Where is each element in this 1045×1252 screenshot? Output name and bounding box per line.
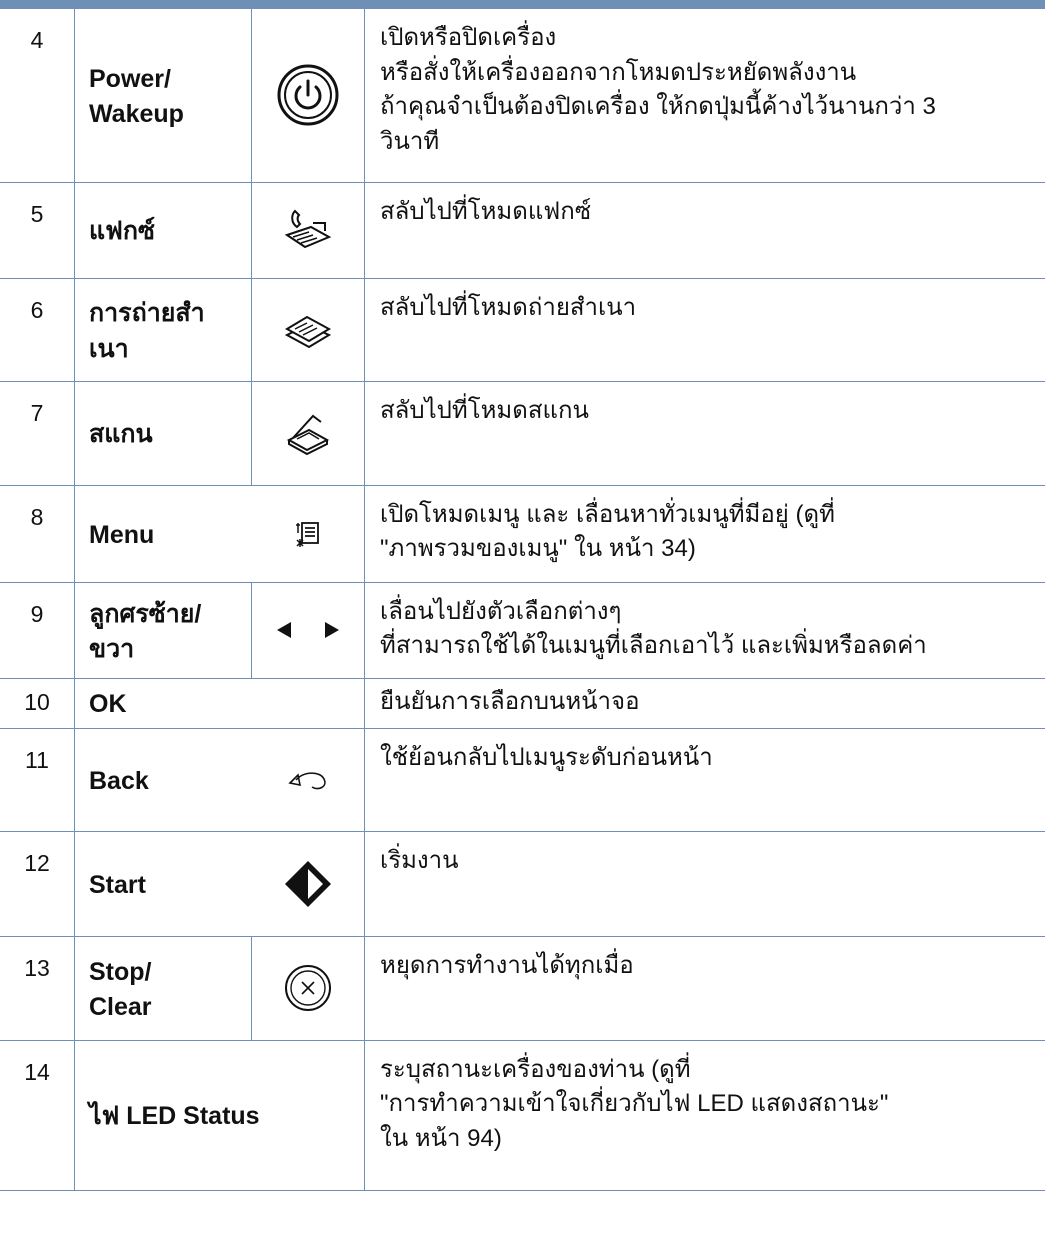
button-name-line: Start <box>89 870 146 899</box>
row-number: 11 <box>0 728 75 832</box>
description: สลับไปที่โหมดถ่ายสำเนา <box>364 278 1045 382</box>
description: เปิดหรือปิดเครื่อง หรือสั่งให้เครื่องออก… <box>364 9 1045 183</box>
description-line: ยืนยันการเลือกบนหน้าจอ <box>380 687 640 715</box>
button-name: Menu <box>74 485 252 583</box>
button-name-line: Back <box>89 766 149 795</box>
description-line: "การทำความเข้าใจเกี่ยวกับไฟ LED แสดงสถาน… <box>380 1090 889 1118</box>
table-row: 8 Menu เปิดโหมดเมนู และ เลื่อนหาทั่วเมนู… <box>0 485 1045 583</box>
description-line: ใน หน้า 94) <box>380 1124 502 1152</box>
description-line: เปิดโหมดเมนู และ เลื่อนหาทั่วเมนูที่มีอย… <box>380 500 835 528</box>
button-name: Stop/Clear <box>74 936 252 1041</box>
icon-cell <box>251 182 365 279</box>
menu-icon <box>293 519 323 549</box>
power-icon <box>276 63 340 127</box>
description-line: เลื่อนไปยังตัวเลือกต่างๆ <box>380 597 622 625</box>
button-name: ลูกศรซ้าย/ขวา <box>74 582 252 679</box>
description-line: สลับไปที่โหมดถ่ายสำเนา <box>380 293 637 321</box>
start-icon <box>283 859 333 909</box>
row-number: 9 <box>0 582 75 679</box>
description-line: สลับไปที่โหมดสแกน <box>380 396 589 424</box>
button-name: Start <box>74 831 252 937</box>
row-number: 8 <box>0 485 75 583</box>
button-name: สแกน <box>74 381 252 486</box>
description-line: ถ้าคุณจำเป็นต้องปิดเครื่อง ให้กดปุ่มนี้ค… <box>380 93 936 121</box>
row-number: 13 <box>0 936 75 1041</box>
description-line: สลับไปที่โหมดแฟกซ์ <box>380 197 592 225</box>
description-line: ที่สามารถใช้ได้ในเมนูที่เลือกเอาไว้ และเ… <box>380 632 927 660</box>
button-name: Back <box>74 728 252 832</box>
table-row: 5 แฟกซ์ สลับไปที่โหมดแฟกซ์ <box>0 182 1045 279</box>
button-name-line: Clear <box>89 993 152 1021</box>
description-line: วินาที <box>380 127 440 155</box>
table-row: 4 Power/Wakeup เปิดหรือปิดเครื่อง หรือสั… <box>0 9 1045 183</box>
button-name: OK <box>74 678 365 729</box>
description-line: ระบุสถานะเครื่องของท่าน (ดูที่ <box>380 1055 691 1083</box>
button-name-line: ไฟ LED Status <box>89 1102 260 1131</box>
description-line: เริ่มงาน <box>380 846 459 874</box>
button-name-line: Stop/ <box>89 957 152 986</box>
button-name: Power/Wakeup <box>74 9 252 183</box>
description-line: หยุดการทำงานได้ทุกเมื่อ <box>380 951 634 979</box>
icon-cell <box>251 381 365 486</box>
description: ใช้ย้อนกลับไปเมนูระดับก่อนหน้า <box>364 728 1045 832</box>
table-row: 7 สแกน สลับไปที่โหมดสแกน <box>0 381 1045 486</box>
icon-cell <box>251 936 365 1041</box>
description-line: เปิดหรือปิดเครื่อง <box>380 24 557 51</box>
back-icon <box>286 765 330 795</box>
row-number: 5 <box>0 182 75 279</box>
description-line: หรือสั่งให้เครื่องออกจากโหมดประหยัดพลังง… <box>380 58 857 86</box>
description-line: "ภาพรวมของเมนู" ใน หน้า 34) <box>380 535 696 563</box>
table-row: 11 Back ใช้ย้อนกลับไปเมนูระดับก่อนหน้า <box>0 728 1045 832</box>
button-name: แฟกซ์ <box>74 182 252 279</box>
table-row: 12 Start เริ่มงาน <box>0 831 1045 937</box>
button-name-line: Wakeup <box>89 100 184 129</box>
description: ระบุสถานะเครื่องของท่าน (ดูที่ "การทำควา… <box>364 1040 1045 1191</box>
icon-cell <box>251 728 365 832</box>
row-number: 7 <box>0 381 75 486</box>
button-name-line: ลูกศรซ้าย/ <box>89 599 202 628</box>
icon-cell <box>251 9 365 183</box>
scan-icon <box>283 408 333 458</box>
button-name-line: สแกน <box>89 420 153 449</box>
table-row: 13 Stop/Clear หยุดการทำงานได้ทุกเมื่อ <box>0 936 1045 1041</box>
table-row: 10 OK ยืนยันการเลือกบนหน้าจอ <box>0 678 1045 729</box>
control-panel-table: 4 Power/Wakeup เปิดหรือปิดเครื่อง หรือสั… <box>0 9 1045 1191</box>
table-row: 14 ไฟ LED Status ระบุสถานะเครื่องของท่าน… <box>0 1040 1045 1191</box>
button-name-line: ขวา <box>89 635 135 663</box>
description: สลับไปที่โหมดสแกน <box>364 381 1045 486</box>
row-number: 4 <box>0 9 75 183</box>
icon-cell <box>251 582 365 679</box>
row-number: 14 <box>0 1040 75 1191</box>
button-name-line: เนา <box>89 334 129 363</box>
row-number: 6 <box>0 278 75 382</box>
description: เปิดโหมดเมนู และ เลื่อนหาทั่วเมนูที่มีอย… <box>364 485 1045 583</box>
button-name: ไฟ LED Status <box>74 1040 365 1191</box>
icon-cell <box>251 278 365 382</box>
icon-cell <box>251 831 365 937</box>
button-name-line: การถ่ายสำ <box>89 299 205 327</box>
header-rule <box>0 0 1045 9</box>
copy-icon <box>283 305 333 355</box>
button-name-line: OK <box>89 690 127 719</box>
description-line: ใช้ย้อนกลับไปเมนูระดับก่อนหน้า <box>380 743 713 771</box>
button-name-line: Menu <box>89 520 155 549</box>
table-row: 9 ลูกศรซ้าย/ขวา เลื่อนไปยังตัวเลือกต่างๆ… <box>0 582 1045 679</box>
description: หยุดการทำงานได้ทุกเมื่อ <box>364 936 1045 1041</box>
left-right-arrows-icon <box>273 618 343 642</box>
description: สลับไปที่โหมดแฟกซ์ <box>364 182 1045 279</box>
table-row: 6 การถ่ายสำเนา สลับไปที่โหมดถ่ายสำเนา <box>0 278 1045 382</box>
description: เลื่อนไปยังตัวเลือกต่างๆ ที่สามารถใช้ได้… <box>364 582 1045 679</box>
description: เริ่มงาน <box>364 831 1045 937</box>
button-name-line: แฟกซ์ <box>89 217 155 246</box>
row-number: 10 <box>0 678 75 729</box>
button-name-line: Power/ <box>89 64 171 93</box>
button-name: การถ่ายสำเนา <box>74 278 252 382</box>
stop-clear-icon <box>283 963 333 1013</box>
icon-cell <box>251 485 365 583</box>
description: ยืนยันการเลือกบนหน้าจอ <box>364 678 1045 729</box>
row-number: 12 <box>0 831 75 937</box>
fax-icon <box>283 205 333 255</box>
